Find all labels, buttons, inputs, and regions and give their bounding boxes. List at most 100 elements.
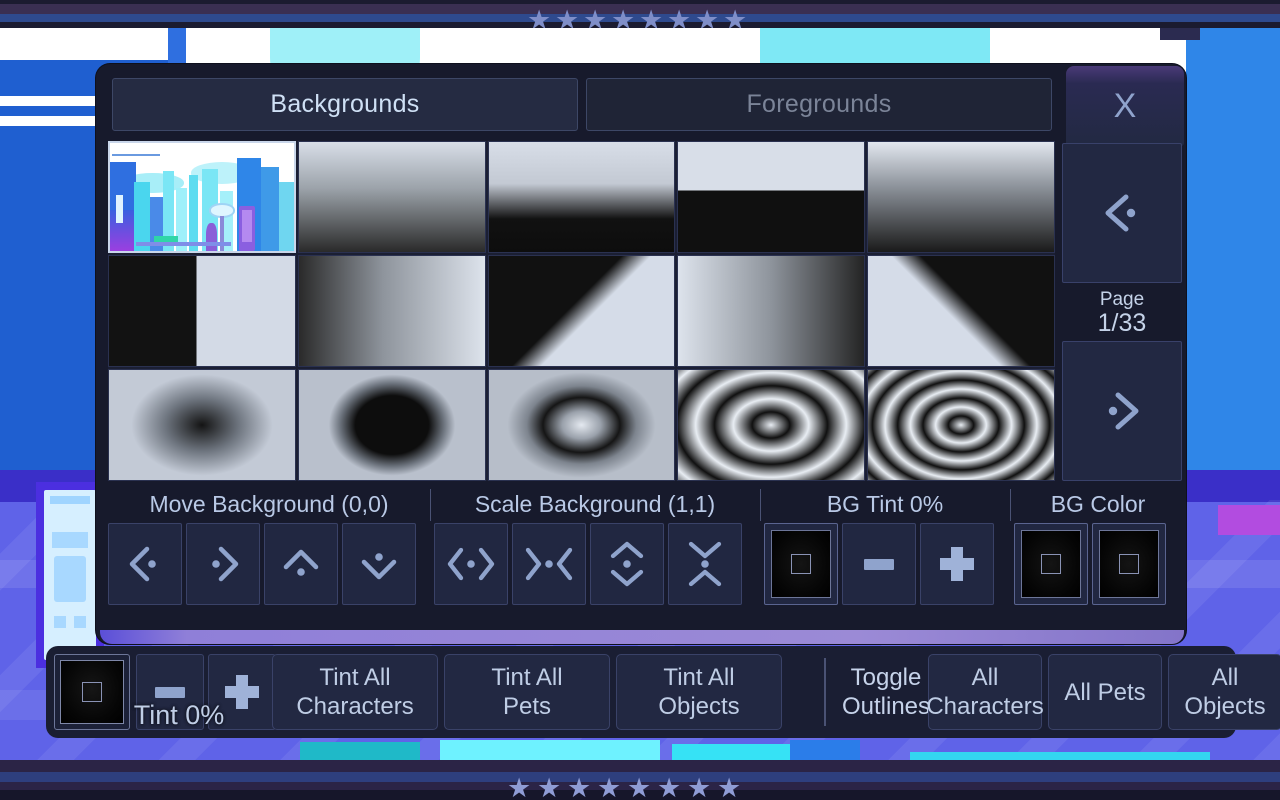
minus-icon <box>155 687 185 698</box>
chevron-left-dot-icon <box>119 538 171 590</box>
decorative-star-band-bottom <box>0 760 1280 800</box>
move-background-buttons <box>108 523 416 605</box>
thumbnail-radial-rings-2[interactable] <box>677 369 865 481</box>
bg-color-swatch-1[interactable] <box>1014 523 1088 605</box>
plus-icon <box>940 547 974 581</box>
chevron-right-dot-icon <box>1092 381 1152 441</box>
scale-shorter-button[interactable] <box>668 523 742 605</box>
thumbnail-vertical-gradient-sharp[interactable] <box>488 141 676 253</box>
panel-tabbar: Backgrounds Foregrounds <box>112 78 1052 131</box>
outline-all-characters-button[interactable]: AllCharacters <box>928 654 1042 730</box>
thumbnail-vertical-split-dark-light[interactable] <box>108 255 296 367</box>
outline-all-pets-label: All Pets <box>1064 678 1145 707</box>
swatch-inner-square <box>1041 554 1061 574</box>
scene-kiosk <box>44 490 96 660</box>
scale-background-title: Scale Background (1,1) <box>434 487 756 521</box>
move-up-button[interactable] <box>264 523 338 605</box>
bg-tint-swatch <box>771 530 831 598</box>
close-button[interactable]: X <box>1066 66 1184 146</box>
move-background-title: Move Background (0,0) <box>108 487 430 521</box>
page-indicator: Page 1/33 <box>1062 289 1182 337</box>
thumbnail-radial-rings-3[interactable] <box>867 369 1055 481</box>
expand-vertical-icon <box>601 536 653 592</box>
scale-background-group: Scale Background (1,1) <box>434 487 756 622</box>
thumbnail-diagonal-split-down[interactable] <box>488 255 676 367</box>
control-divider <box>1010 489 1011 521</box>
page-value: 1/33 <box>1098 310 1147 336</box>
thumbnail-vertical-gradient-grey[interactable] <box>298 141 486 253</box>
background-thumbnail-grid[interactable] <box>108 141 1055 481</box>
thumbnail-radial-dark-center[interactable] <box>108 369 296 481</box>
bg-color-swatch-2[interactable] <box>1092 523 1166 605</box>
bg-color-swatch-1-color <box>1021 530 1081 598</box>
toggle-outlines-text: ToggleOutlines <box>842 663 930 721</box>
minus-icon <box>864 559 894 570</box>
bg-tint-buttons <box>764 523 994 605</box>
previous-page-button[interactable] <box>1062 143 1182 283</box>
bg-color-title: BG Color <box>1014 487 1182 521</box>
next-page-button[interactable] <box>1062 341 1182 481</box>
move-right-button[interactable] <box>186 523 260 605</box>
thumbnail-radial-light-center-ring[interactable] <box>488 369 676 481</box>
scene-kiosk-light <box>74 616 86 628</box>
toolbar-divider <box>824 658 826 726</box>
move-down-button[interactable] <box>342 523 416 605</box>
thumbnail-vertical-gradient-dark[interactable] <box>867 141 1055 253</box>
chevron-down-dot-icon <box>353 538 405 590</box>
scale-wider-button[interactable] <box>434 523 508 605</box>
outline-all-pets-button[interactable]: All Pets <box>1048 654 1162 730</box>
thumbnail-radial-dark-blob[interactable] <box>298 369 486 481</box>
thumbnail-horizontal-gradient[interactable] <box>298 255 486 367</box>
tint-all-objects-label: Tint AllObjects <box>658 663 739 721</box>
pagination: Page 1/33 <box>1062 143 1182 481</box>
bg-tint-increase-button[interactable] <box>920 523 994 605</box>
bg-color-group: BG Color <box>1014 487 1182 622</box>
tab-foregrounds[interactable]: Foregrounds <box>586 78 1052 131</box>
control-divider <box>430 489 431 521</box>
bg-tint-swatch-button[interactable] <box>764 523 838 605</box>
swatch-inner-square <box>1119 554 1139 574</box>
bg-tint-group: BG Tint 0% <box>764 487 1006 622</box>
scene-kiosk-window <box>54 556 86 602</box>
chevron-left-dot-icon <box>1092 183 1152 243</box>
scene-purple-sign <box>1218 505 1280 535</box>
tab-backgrounds-label: Backgrounds <box>270 90 419 119</box>
background-controls: Move Background (0,0) <box>108 487 1182 622</box>
screen: Backgrounds Foregrounds X Page 1/33 <box>0 0 1280 800</box>
bg-color-buttons <box>1014 523 1166 605</box>
bg-color-swatch-2-color <box>1099 530 1159 598</box>
scene-kiosk-light <box>54 616 66 628</box>
shrink-vertical-icon <box>679 536 731 592</box>
thumbnail-diagonal-split-up[interactable] <box>867 255 1055 367</box>
close-icon: X <box>1114 87 1137 126</box>
scene-building-right <box>1186 0 1280 500</box>
tint-all-objects-button[interactable]: Tint AllObjects <box>616 654 782 730</box>
thumbnail-city-skyline[interactable] <box>108 141 296 253</box>
shrink-horizontal-icon <box>521 538 577 590</box>
swatch-inner-square <box>82 682 102 702</box>
scale-background-buttons <box>434 523 742 605</box>
scale-narrower-button[interactable] <box>512 523 586 605</box>
expand-horizontal-icon <box>443 538 499 590</box>
bg-tint-title: BG Tint 0% <box>764 487 1006 521</box>
thumbnail-horizontal-gradient-reverse[interactable] <box>677 255 865 367</box>
outline-all-objects-button[interactable]: AllObjects <box>1168 654 1280 730</box>
outline-all-objects-label: AllObjects <box>1184 663 1265 721</box>
thumbnail-horizontal-split-light-dark[interactable] <box>677 141 865 253</box>
tint-all-characters-label: Tint AllCharacters <box>296 663 413 721</box>
tint-all-pets-label: Tint AllPets <box>491 663 562 721</box>
scene-kiosk-top <box>50 496 90 504</box>
tint-all-pets-button[interactable]: Tint AllPets <box>444 654 610 730</box>
panel-accent-bar <box>100 630 1184 644</box>
move-left-button[interactable] <box>108 523 182 605</box>
tint-all-characters-button[interactable]: Tint AllCharacters <box>272 654 438 730</box>
tab-backgrounds[interactable]: Backgrounds <box>112 78 578 131</box>
tab-foregrounds-label: Foregrounds <box>746 90 891 119</box>
decorative-star-band-top <box>0 0 1280 28</box>
toggle-outlines-label: ToggleOutlines <box>832 654 940 730</box>
scale-taller-button[interactable] <box>590 523 664 605</box>
bg-tint-decrease-button[interactable] <box>842 523 916 605</box>
control-divider <box>760 489 761 521</box>
global-tint-caption: Tint 0% <box>104 700 254 731</box>
move-background-group: Move Background (0,0) <box>108 487 430 622</box>
